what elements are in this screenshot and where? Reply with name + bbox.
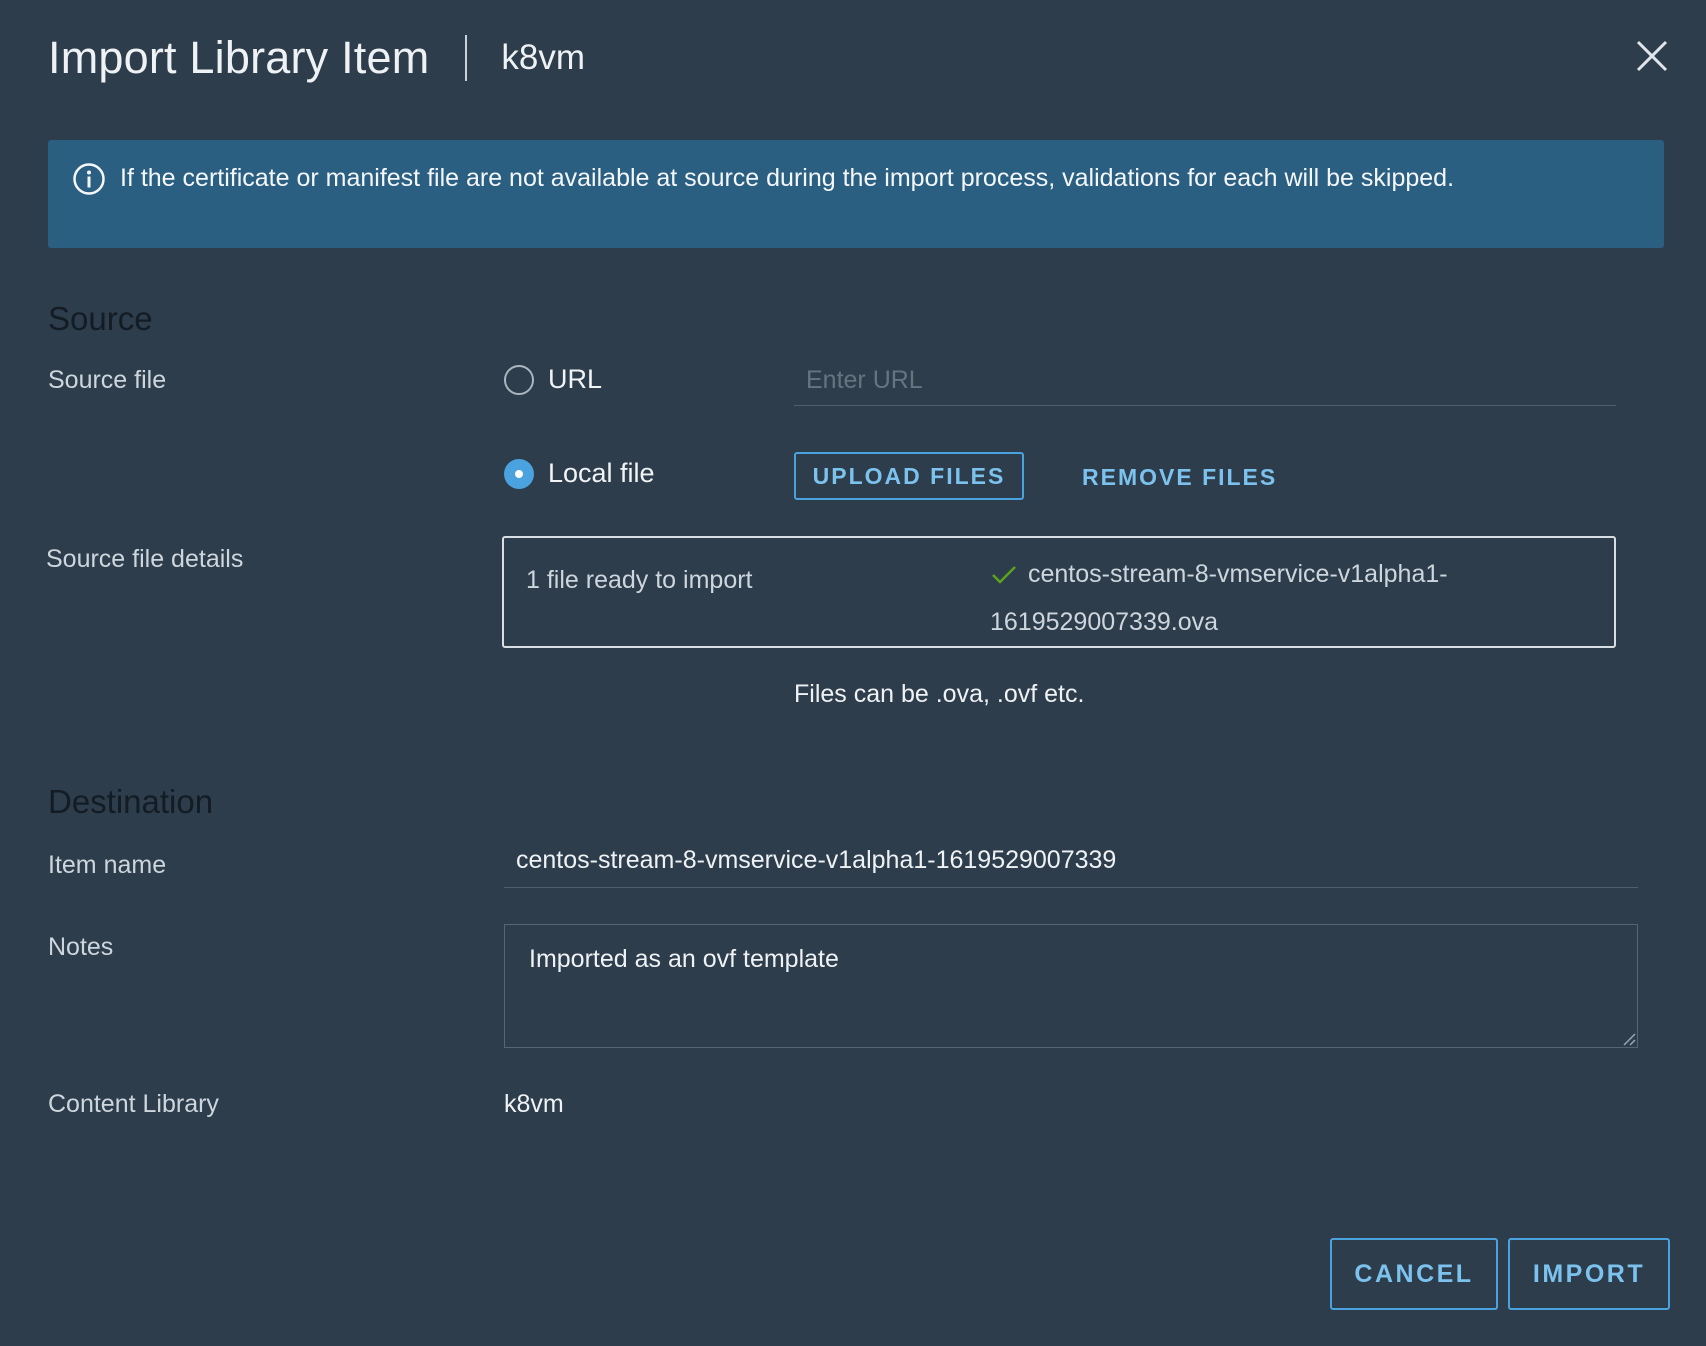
info-circle-icon: [72, 162, 106, 196]
source-file-label: Source file: [48, 366, 167, 394]
import-button[interactable]: IMPORT: [1508, 1238, 1670, 1310]
url-radio-option[interactable]: URL: [504, 364, 602, 395]
source-file-details-box: 1 file ready to import centos-stream-8-v…: [502, 536, 1616, 648]
title-separator: [465, 35, 468, 81]
dialog-subtitle: k8vm: [501, 38, 586, 77]
upload-files-button[interactable]: UPLOAD FILES: [794, 452, 1024, 500]
file-types-hint: Files can be .ova, .ovf etc.: [794, 680, 1085, 708]
notes-label: Notes: [48, 933, 114, 961]
alert-message: If the certificate or manifest file are …: [120, 164, 1455, 192]
resize-handle-icon[interactable]: [1620, 1030, 1636, 1046]
item-name-label: Item name: [48, 851, 167, 879]
check-icon: [990, 564, 1018, 586]
item-name-input[interactable]: [504, 842, 1638, 888]
url-radio-label: URL: [548, 364, 603, 394]
source-file-details-label: Source file details: [46, 545, 244, 573]
file-entry: centos-stream-8-vmservice-v1alpha1-16195…: [990, 550, 1550, 646]
content-library-label: Content Library: [48, 1090, 219, 1118]
close-button[interactable]: [1632, 36, 1672, 76]
dialog-title: Import Library Item: [48, 32, 430, 83]
import-library-item-dialog: Import Library Item k8vm If the certific…: [0, 0, 1706, 1346]
source-section-title: Source: [48, 300, 153, 337]
content-library-value: k8vm: [504, 1090, 564, 1118]
cancel-button[interactable]: CANCEL: [1330, 1238, 1498, 1310]
file-name: centos-stream-8-vmservice-v1alpha1-16195…: [990, 560, 1448, 636]
notes-textarea[interactable]: Imported as an ovf template: [504, 924, 1638, 1048]
destination-section-title: Destination: [48, 783, 214, 820]
url-input[interactable]: [794, 362, 1616, 406]
close-icon: [1636, 40, 1668, 72]
dialog-header: Import Library Item k8vm: [48, 28, 585, 88]
url-radio[interactable]: [504, 364, 534, 395]
file-count-text: 1 file ready to import: [526, 566, 753, 594]
local-file-radio[interactable]: [504, 458, 534, 489]
local-file-radio-label: Local file: [548, 458, 655, 488]
remove-files-button[interactable]: REMOVE FILES: [1082, 464, 1277, 491]
local-file-radio-option[interactable]: Local file: [504, 458, 655, 489]
info-alert: If the certificate or manifest file are …: [48, 140, 1664, 248]
